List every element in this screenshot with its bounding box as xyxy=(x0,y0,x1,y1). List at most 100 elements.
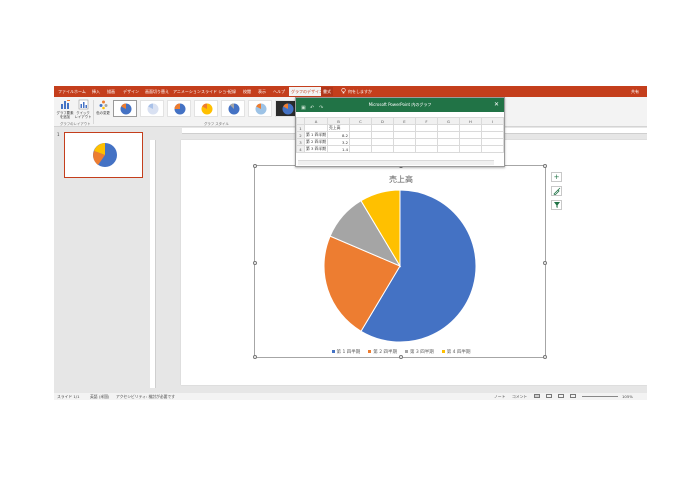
resize-handle[interactable] xyxy=(543,261,547,265)
comments-button[interactable]: コメント xyxy=(512,393,527,400)
accessibility-status[interactable]: アクセシビリティ: 検討が必要です xyxy=(116,393,175,400)
chart-style-5[interactable] xyxy=(221,100,245,117)
share-button[interactable]: 共有 xyxy=(631,87,639,96)
cell[interactable] xyxy=(436,124,460,132)
cell[interactable]: 第 1 四半期 xyxy=(303,131,329,139)
cell[interactable] xyxy=(480,131,505,139)
cell[interactable]: 第 3 四半期 xyxy=(303,145,329,153)
tab-design[interactable]: デザイン xyxy=(121,87,141,96)
cell[interactable] xyxy=(370,145,394,153)
cell[interactable]: 3.2 xyxy=(327,138,350,146)
chart-elements-button[interactable]: + xyxy=(551,172,562,182)
cell[interactable] xyxy=(458,145,482,153)
notes-button[interactable]: ノート xyxy=(494,393,505,400)
zoom-slider[interactable] xyxy=(582,396,618,397)
pie-chart[interactable] xyxy=(320,186,480,346)
cell[interactable]: 8.2 xyxy=(327,131,350,139)
tab-draw[interactable]: 描画 xyxy=(105,87,117,96)
cell[interactable] xyxy=(458,131,482,139)
cell[interactable] xyxy=(349,131,372,139)
chart-style-3[interactable] xyxy=(167,100,191,117)
cell[interactable] xyxy=(414,131,438,139)
tab-record[interactable]: 記録 xyxy=(226,87,238,96)
cell[interactable]: 売上高 xyxy=(327,124,350,132)
resize-handle[interactable] xyxy=(253,164,257,168)
legend-entry[interactable]: 第 1 四半期 xyxy=(331,349,360,355)
tab-view[interactable]: 表示 xyxy=(256,87,268,96)
row-header[interactable]: 2 xyxy=(296,131,305,139)
chart-legend[interactable]: 第 1 四半期 第 2 四半期 第 3 四半期 第 4 四半期 xyxy=(255,349,547,355)
cell[interactable] xyxy=(349,124,372,132)
tab-review[interactable]: 校閲 xyxy=(241,87,253,96)
chart-style-6[interactable] xyxy=(248,100,272,117)
cell[interactable] xyxy=(414,124,438,132)
cell[interactable] xyxy=(392,131,416,139)
cell[interactable] xyxy=(436,131,460,139)
legend-entry[interactable]: 第 3 四半期 xyxy=(405,349,434,355)
resize-handle[interactable] xyxy=(253,261,257,265)
cell[interactable] xyxy=(392,145,416,153)
language-indicator[interactable]: 英語 (米国) xyxy=(90,393,109,400)
cell[interactable] xyxy=(303,124,329,132)
column-header[interactable]: A xyxy=(303,117,329,125)
reading-view-icon[interactable] xyxy=(558,394,564,398)
normal-view-icon[interactable] xyxy=(534,394,540,398)
change-colors-button[interactable]: 色の変更 xyxy=(94,99,112,115)
column-header[interactable]: F xyxy=(414,117,438,125)
cell[interactable] xyxy=(392,124,416,132)
slideshow-icon[interactable] xyxy=(570,394,576,398)
tab-home[interactable]: ホーム xyxy=(72,87,88,96)
data-grid[interactable]: A B C D E F G H I 1 売上高 2 第 1 四半期 8.2 3 … xyxy=(296,117,505,153)
slide-thumbnail[interactable] xyxy=(64,132,143,178)
column-header[interactable]: E xyxy=(392,117,416,125)
cell[interactable] xyxy=(436,138,460,146)
add-chart-element-button[interactable]: グラフ要素を追加 xyxy=(56,99,74,119)
resize-handle[interactable] xyxy=(543,164,547,168)
chart-title[interactable]: 売上高 xyxy=(255,174,547,185)
cell[interactable] xyxy=(458,124,482,132)
column-header[interactable]: B xyxy=(327,117,350,125)
chart-style-1[interactable] xyxy=(113,100,137,117)
column-header[interactable]: H xyxy=(458,117,482,125)
cell[interactable] xyxy=(392,138,416,146)
chart-frame[interactable]: 売上高 第 1 四半期 第 2 四半期 第 3 四半期 第 4 四半期 xyxy=(253,164,547,359)
tab-insert[interactable]: 挿入 xyxy=(90,87,102,96)
zoom-level[interactable]: 105% xyxy=(622,393,633,400)
tab-help[interactable]: ヘルプ xyxy=(271,87,287,96)
cell[interactable] xyxy=(414,145,438,153)
undo-icon[interactable]: ↶ xyxy=(310,101,314,115)
save-icon[interactable]: ▣ xyxy=(301,101,306,115)
select-all-corner[interactable] xyxy=(296,117,305,125)
column-header[interactable]: G xyxy=(436,117,460,125)
row-header[interactable]: 1 xyxy=(296,124,305,132)
chart-styles-button[interactable] xyxy=(551,186,562,196)
cell[interactable] xyxy=(370,124,394,132)
column-header[interactable]: I xyxy=(480,117,505,125)
tab-format[interactable]: 書式 xyxy=(321,87,333,96)
chart-style-2[interactable] xyxy=(140,100,164,117)
tell-me-search[interactable]: 何をしますか xyxy=(348,87,372,96)
cell[interactable] xyxy=(370,131,394,139)
cell[interactable] xyxy=(458,138,482,146)
chart-filters-button[interactable] xyxy=(551,200,562,210)
horizontal-scrollbar[interactable] xyxy=(298,160,494,165)
tab-transitions[interactable]: 画面切り替え xyxy=(143,87,171,96)
cell[interactable] xyxy=(480,124,505,132)
resize-handle[interactable] xyxy=(253,355,257,359)
chart-style-4[interactable] xyxy=(194,100,218,117)
cell[interactable] xyxy=(480,138,505,146)
row-header[interactable]: 4 xyxy=(296,145,305,153)
slide-sorter-icon[interactable] xyxy=(546,394,552,398)
cell[interactable]: 1.4 xyxy=(327,145,350,153)
cell[interactable] xyxy=(349,145,372,153)
column-header[interactable]: D xyxy=(370,117,394,125)
cell[interactable] xyxy=(414,138,438,146)
cell[interactable]: 第 2 四半期 xyxy=(303,138,329,146)
cell[interactable] xyxy=(370,138,394,146)
column-header[interactable]: C xyxy=(349,117,372,125)
legend-entry[interactable]: 第 4 四半期 xyxy=(441,349,470,355)
legend-entry[interactable]: 第 2 四半期 xyxy=(368,349,397,355)
redo-icon[interactable]: ↷ xyxy=(319,101,323,115)
close-icon[interactable]: ✕ xyxy=(494,98,499,112)
tab-chart-design[interactable]: グラフのデザイン xyxy=(289,87,325,96)
